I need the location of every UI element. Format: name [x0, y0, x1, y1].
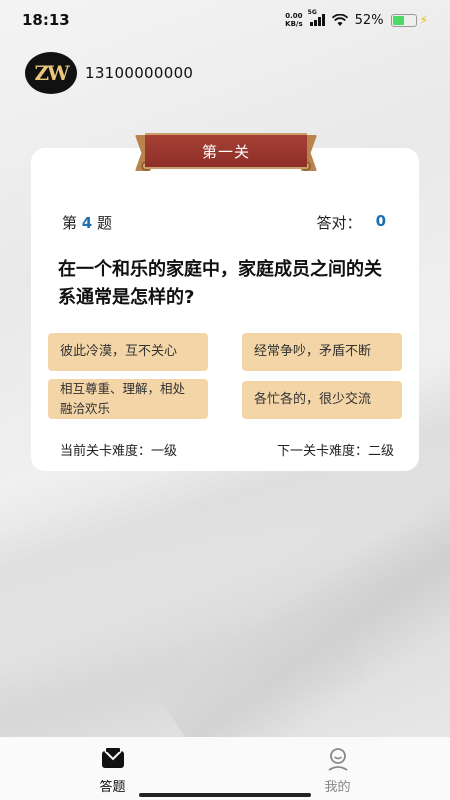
current-difficulty: 当前关卡难度：一级	[60, 444, 178, 459]
level-title: 第一关	[145, 133, 307, 169]
wifi-icon	[331, 13, 348, 26]
tab-quiz[interactable]: 答题	[0, 737, 225, 800]
app-logo: ZW	[25, 52, 77, 94]
tab-profile[interactable]: 我的	[225, 737, 450, 800]
battery-icon	[390, 13, 417, 27]
network-speed: 0.00 KB/s	[285, 12, 303, 28]
home-indicator[interactable]	[139, 793, 311, 797]
status-time: 18:13	[22, 11, 70, 29]
level-banner: 第一关	[135, 131, 317, 171]
correct-count: 答对： 0	[316, 212, 386, 232]
user-phone: 13100000000	[85, 64, 194, 82]
question-text: 在一个和乐的家庭中，家庭成员之间的关系通常是怎样的?	[58, 259, 382, 308]
tab-label: 答题	[99, 780, 126, 795]
status-bar: 18:13 0.00 KB/s 5G 52% ⚡	[0, 0, 450, 40]
signal-icon: 5G	[308, 9, 325, 26]
answer-option[interactable]: 经常争吵，矛盾不断	[242, 333, 402, 371]
next-difficulty: 下一关卡难度：二级	[276, 444, 394, 459]
bottom-tab-bar: 答题 我的	[0, 737, 450, 800]
charging-icon: ⚡	[419, 13, 428, 27]
user-header: ZW 13100000000	[25, 52, 193, 94]
question-number: 第 4 题	[62, 214, 113, 232]
quiz-icon	[101, 748, 124, 768]
answer-option[interactable]: 各忙各的，很少交流	[242, 381, 402, 419]
status-icons: 0.00 KB/s 5G 52% ⚡	[285, 9, 428, 28]
tab-label: 我的	[324, 780, 351, 795]
profile-icon	[328, 748, 347, 771]
answer-option[interactable]: 相互尊重、理解，相处融洽欢乐	[48, 379, 208, 419]
battery-percent: 52%	[354, 12, 384, 28]
answer-option[interactable]: 彼此冷漠，互不关心	[48, 333, 208, 371]
